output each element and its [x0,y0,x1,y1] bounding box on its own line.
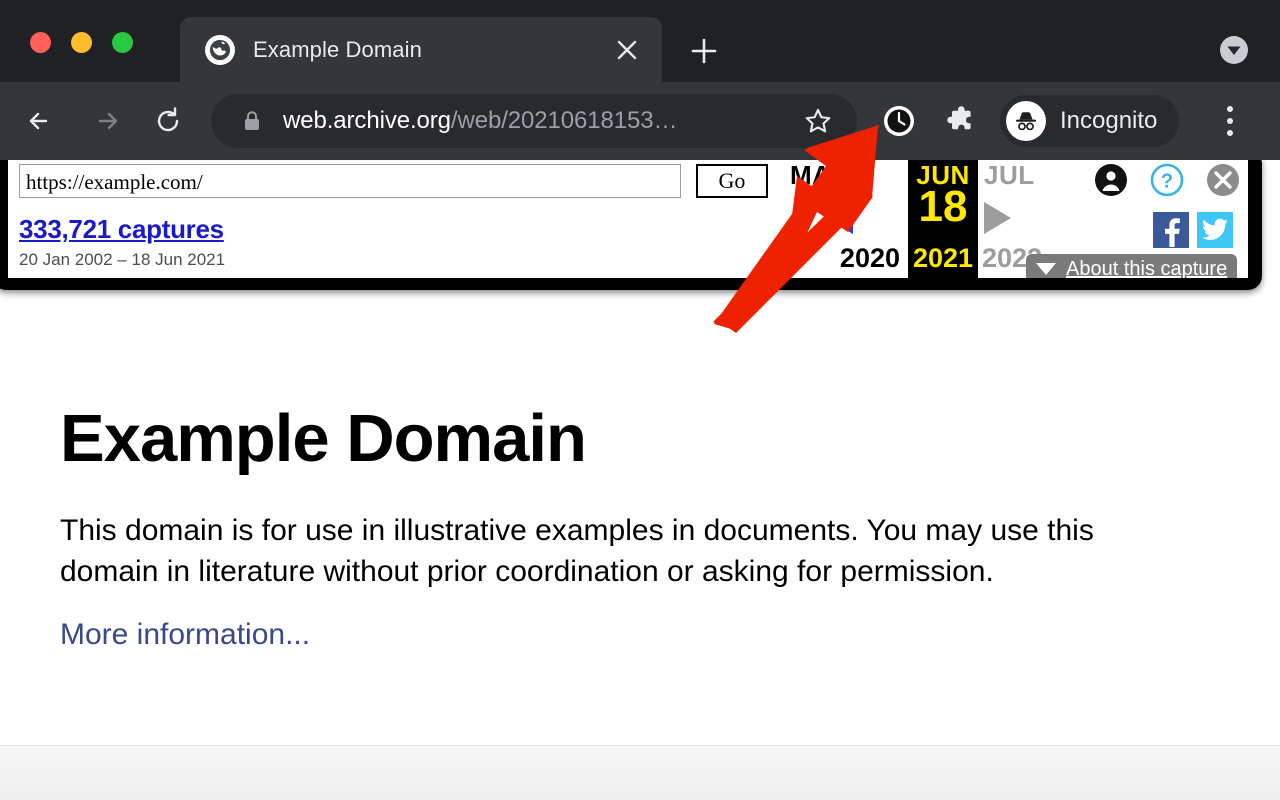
page-bottom-band [0,745,1280,800]
address-bar[interactable]: web.archive.org/web/20210618153… [211,94,857,148]
about-this-capture-button[interactable]: About this capture [1026,254,1237,278]
globe-icon [205,35,235,65]
reload-button[interactable] [150,103,186,139]
help-icon[interactable]: ? [1149,162,1185,203]
address-bar-host: web.archive.org [283,107,451,134]
wayback-current-capture[interactable]: JUN 18 2021 [908,160,978,278]
wayback-banner: https://example.com/ Go 333,721 captures… [0,160,1262,290]
address-bar-url: web.archive.org/web/20210618153… [283,107,677,135]
right-triangle-icon[interactable] [984,202,1011,234]
menu-dot [1227,130,1233,136]
wayback-go-button[interactable]: Go [696,164,768,198]
incognito-label: Incognito [1060,107,1157,135]
screen: Example Domain [0,0,1280,800]
browser-toolbar: web.archive.org/web/20210618153… [0,82,1280,160]
tab-title: Example Domain [253,37,422,63]
tab-search-button[interactable] [1215,31,1253,69]
star-icon[interactable] [803,106,833,136]
window-close-button[interactable] [30,32,51,53]
wayback-next-month: JUL [978,160,1108,191]
wayback-current-year: 2021 [908,243,978,274]
new-tab-button[interactable] [684,31,724,71]
chevron-down-icon [1036,263,1056,275]
lock-icon [243,110,261,132]
tab-example-domain[interactable]: Example Domain [180,17,662,82]
wayback-captures-link[interactable]: 333,721 captures [19,214,224,245]
back-button[interactable] [22,103,58,139]
browser-menu-button[interactable] [1227,106,1233,136]
facebook-icon[interactable] [1153,212,1189,248]
menu-dot [1227,118,1233,124]
window-minimize-button[interactable] [71,32,92,53]
forward-button[interactable] [90,103,126,139]
wayback-current-day: 18 [908,184,978,230]
address-bar-path: /web/20210618153… [451,107,678,134]
puzzle-icon[interactable] [944,103,980,139]
browser-window: Example Domain [0,0,1280,160]
window-zoom-button[interactable] [112,32,133,53]
wayback-social-row [1153,212,1233,248]
about-this-capture-label: About this capture [1066,258,1227,279]
more-information-link[interactable]: More information... [60,618,310,652]
wayback-banner-inner: https://example.com/ Go 333,721 captures… [8,160,1248,278]
incognito-profile-button[interactable]: Incognito [1000,95,1179,147]
page-viewport: https://example.com/ Go 333,721 captures… [0,160,1280,800]
wayback-prev-year: 2020 [768,243,908,274]
close-icon[interactable] [1205,162,1241,203]
page-title: Example Domain [60,400,586,477]
window-traffic-lights [30,32,133,53]
tab-strip: Example Domain [0,0,1280,82]
page-paragraph: This domain is for use in illustrative e… [60,510,1185,592]
menu-dot [1227,106,1233,112]
left-triangle-icon[interactable] [826,202,853,234]
incognito-icon [1006,101,1046,141]
account-icon[interactable] [1093,162,1129,203]
svg-text:?: ? [1161,171,1173,193]
wayback-url-input[interactable]: https://example.com/ [19,164,681,198]
wayback-prev-month: MAY [768,160,908,191]
twitter-icon[interactable] [1197,212,1233,248]
close-icon[interactable] [614,37,640,63]
wayback-icon-row: ? [1093,162,1241,203]
wayback-date-range: 20 Jan 2002 – 18 Jun 2021 [19,250,225,270]
wayback-prev-capture[interactable]: MAY 2020 [768,160,908,278]
clock-icon[interactable] [882,104,916,138]
